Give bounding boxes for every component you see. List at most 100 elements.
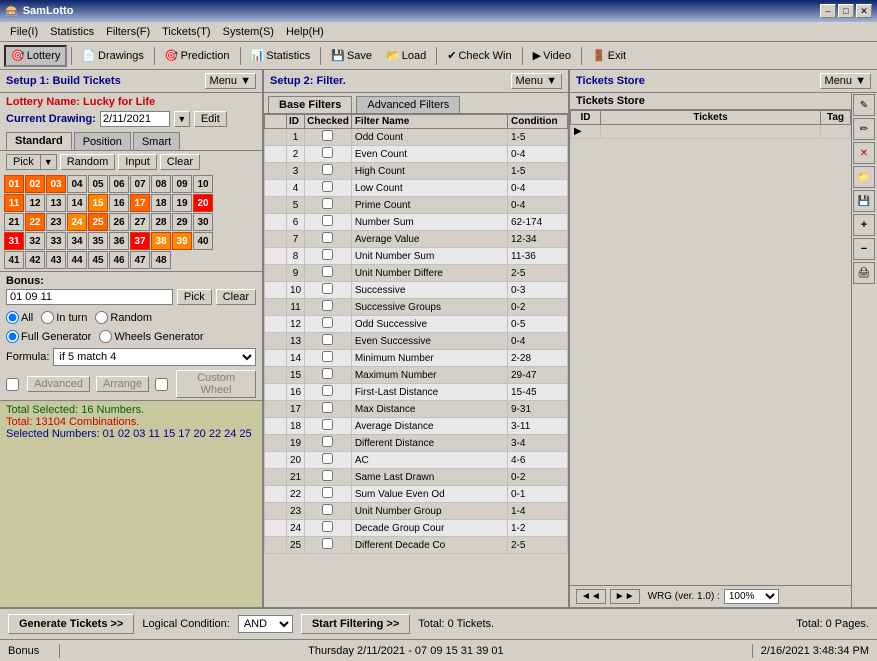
num-43[interactable]: 43	[46, 251, 66, 269]
num-47[interactable]: 47	[130, 251, 150, 269]
pick-arrow-button[interactable]: ▼	[41, 155, 56, 169]
drawing-dropdown-btn[interactable]: ▼	[174, 111, 190, 127]
menu-file[interactable]: File(I)	[4, 25, 44, 39]
middle-menu-button[interactable]: Menu ▼	[511, 73, 562, 89]
toolbar-video[interactable]: ▶ Video	[527, 45, 577, 67]
num-35[interactable]: 35	[88, 232, 108, 250]
num-11[interactable]: 11	[4, 194, 24, 212]
num-22[interactable]: 22	[25, 213, 45, 231]
menu-tickets[interactable]: Tickets(T)	[156, 25, 216, 39]
num-14[interactable]: 14	[67, 194, 87, 212]
num-16[interactable]: 16	[109, 194, 129, 212]
toolbar-statistics[interactable]: 📊 Statistics	[245, 45, 317, 67]
num-48[interactable]: 48	[151, 251, 171, 269]
num-29[interactable]: 29	[172, 213, 192, 231]
nav-forward-button[interactable]: ►►	[610, 589, 640, 604]
filter-check-cell[interactable]	[305, 248, 352, 265]
maximize-button[interactable]: □	[838, 4, 854, 18]
filter-check-cell[interactable]	[305, 401, 352, 418]
num-46[interactable]: 46	[109, 251, 129, 269]
filter-check-cell[interactable]	[305, 197, 352, 214]
rt-btn-remove[interactable]: −	[853, 238, 875, 260]
filter-check-cell[interactable]	[305, 435, 352, 452]
num-10[interactable]: 10	[193, 175, 213, 193]
pick-button[interactable]: Pick	[7, 155, 41, 169]
filter-check-cell[interactable]	[305, 129, 352, 146]
filter-check-cell[interactable]	[305, 282, 352, 299]
num-3[interactable]: 03	[46, 175, 66, 193]
toolbar-check-win[interactable]: ✔ Check Win	[441, 45, 517, 67]
generate-tickets-button[interactable]: Generate Tickets >>	[8, 614, 134, 634]
tab-position[interactable]: Position	[74, 132, 131, 150]
num-13[interactable]: 13	[46, 194, 66, 212]
rt-btn-2[interactable]: ✏	[853, 118, 875, 140]
tab-smart[interactable]: Smart	[133, 132, 180, 150]
filter-check-cell[interactable]	[305, 469, 352, 486]
filter-check-cell[interactable]	[305, 384, 352, 401]
num-4[interactable]: 04	[67, 175, 87, 193]
rt-btn-add[interactable]: +	[853, 214, 875, 236]
num-18[interactable]: 18	[151, 194, 171, 212]
bonus-clear-button[interactable]: Clear	[216, 289, 256, 305]
toolbar-load[interactable]: 📂 Load	[380, 45, 432, 67]
num-39[interactable]: 39	[172, 232, 192, 250]
num-19[interactable]: 19	[172, 194, 192, 212]
clear-button[interactable]: Clear	[160, 154, 200, 170]
bonus-input[interactable]	[6, 289, 173, 305]
num-1[interactable]: 01	[4, 175, 24, 193]
num-30[interactable]: 30	[193, 213, 213, 231]
filter-check-cell[interactable]	[305, 214, 352, 231]
right-menu-button[interactable]: Menu ▼	[820, 73, 871, 89]
toolbar-prediction[interactable]: 🎯 Prediction	[159, 45, 236, 67]
num-5[interactable]: 05	[88, 175, 108, 193]
menu-filters[interactable]: Filters(F)	[100, 25, 156, 39]
start-filtering-button[interactable]: Start Filtering >>	[301, 614, 410, 634]
filter-check-cell[interactable]	[305, 231, 352, 248]
menu-help[interactable]: Help(H)	[280, 25, 330, 39]
radio-in-turn[interactable]: In turn	[41, 311, 87, 324]
radio-random[interactable]: Random	[95, 311, 152, 324]
filter-check-cell[interactable]	[305, 537, 352, 554]
filter-check-cell[interactable]	[305, 333, 352, 350]
toolbar-lottery[interactable]: 🎯 Lottery	[4, 45, 67, 67]
num-2[interactable]: 02	[25, 175, 45, 193]
filter-check-cell[interactable]	[305, 486, 352, 503]
edit-button[interactable]: Edit	[194, 111, 227, 127]
toolbar-save[interactable]: 💾 Save	[325, 45, 378, 67]
arrange-button[interactable]: Arrange	[96, 376, 149, 392]
filter-check-cell[interactable]	[305, 367, 352, 384]
num-44[interactable]: 44	[67, 251, 87, 269]
nav-back-button[interactable]: ◄◄	[576, 589, 606, 604]
radio-all[interactable]: All	[6, 311, 33, 324]
filter-check-cell[interactable]	[305, 180, 352, 197]
num-38[interactable]: 38	[151, 232, 171, 250]
filter-check-cell[interactable]	[305, 316, 352, 333]
num-6[interactable]: 06	[109, 175, 129, 193]
tab-advanced-filters[interactable]: Advanced Filters	[356, 96, 460, 113]
menu-statistics[interactable]: Statistics	[44, 25, 100, 39]
advanced-button[interactable]: Advanced	[27, 376, 90, 392]
input-button[interactable]: Input	[118, 154, 156, 170]
toolbar-exit[interactable]: 🚪 Exit	[586, 45, 632, 67]
num-15[interactable]: 15	[88, 194, 108, 212]
num-8[interactable]: 08	[151, 175, 171, 193]
drawing-input[interactable]	[100, 111, 170, 127]
tab-standard[interactable]: Standard	[6, 132, 72, 150]
num-20[interactable]: 20	[193, 194, 213, 212]
radio-wheels-generator[interactable]: Wheels Generator	[99, 330, 203, 343]
num-25[interactable]: 25	[88, 213, 108, 231]
filter-check-cell[interactable]	[305, 452, 352, 469]
menu-system[interactable]: System(S)	[217, 25, 280, 39]
filter-check-cell[interactable]	[305, 350, 352, 367]
bonus-pick-button[interactable]: Pick	[177, 289, 212, 305]
filter-check-cell[interactable]	[305, 503, 352, 520]
filter-check-cell[interactable]	[305, 299, 352, 316]
num-23[interactable]: 23	[46, 213, 66, 231]
filter-check-cell[interactable]	[305, 146, 352, 163]
filter-check-cell[interactable]	[305, 265, 352, 282]
num-34[interactable]: 34	[67, 232, 87, 250]
num-40[interactable]: 40	[193, 232, 213, 250]
num-37[interactable]: 37	[130, 232, 150, 250]
toolbar-drawings[interactable]: 📄 Drawings	[76, 45, 150, 67]
advanced-checkbox[interactable]	[6, 378, 19, 391]
